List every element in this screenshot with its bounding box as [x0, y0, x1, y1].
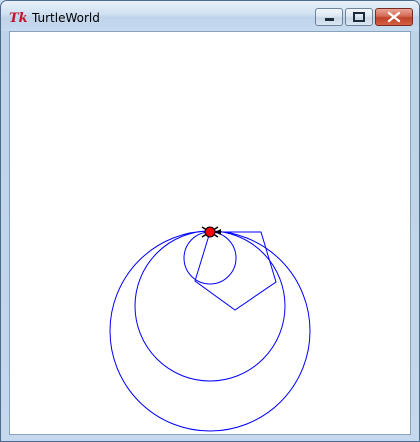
- large-circle: [109, 230, 311, 432]
- pentagon: [194, 231, 277, 311]
- small-circle: [183, 231, 237, 285]
- turtleworld-window: Tk TurtleWorld: [0, 0, 420, 442]
- turtle: [201, 226, 221, 238]
- title-bar[interactable]: Tk TurtleWorld: [1, 1, 419, 31]
- turtle-canvas: [109, 226, 311, 432]
- medium-circle: [134, 230, 286, 382]
- window-title: TurtleWorld: [32, 11, 100, 25]
- minimize-icon: [325, 18, 334, 21]
- minimize-button[interactable]: [315, 8, 343, 26]
- close-icon: [387, 11, 401, 23]
- close-button[interactable]: [375, 8, 413, 26]
- turtle-canvas-area[interactable]: [9, 31, 411, 435]
- svg-text:Tk: Tk: [9, 11, 28, 25]
- maximize-button[interactable]: [345, 8, 373, 26]
- tk-feather-icon: Tk: [9, 11, 28, 25]
- maximize-icon: [353, 12, 365, 22]
